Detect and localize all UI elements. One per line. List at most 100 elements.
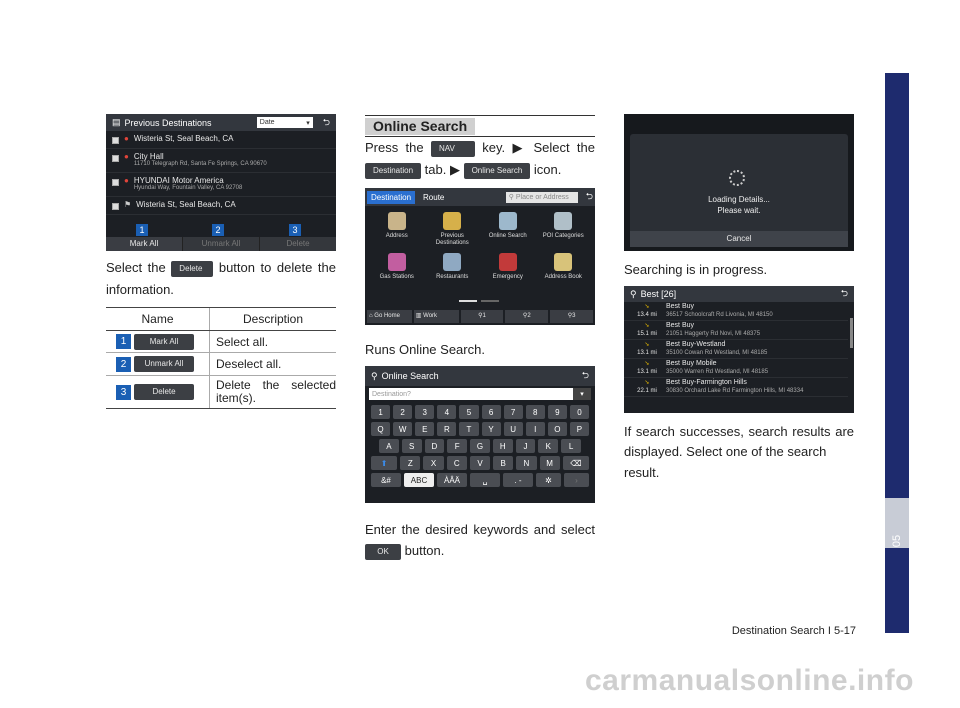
key-k[interactable]: K xyxy=(538,439,559,453)
menu-poi-categories[interactable]: POI Categories xyxy=(536,212,592,247)
result-row[interactable]: ➘ 22.1 mi Best Buy-Farmington Hills 30830 O… xyxy=(624,378,848,397)
key-2[interactable]: 2 xyxy=(393,405,413,419)
delete-label: Delete xyxy=(134,384,194,400)
punct-key[interactable]: . - xyxy=(503,473,533,487)
settings-key[interactable]: ✲ xyxy=(536,473,561,487)
key-3[interactable]: 3 xyxy=(415,405,435,419)
scrollbar[interactable] xyxy=(850,318,853,348)
key-l[interactable]: L xyxy=(561,439,581,453)
back-icon[interactable]: ⮌ xyxy=(323,115,330,131)
back-icon[interactable]: ⮌ xyxy=(841,286,848,302)
checkbox[interactable] xyxy=(112,203,119,210)
result-row[interactable]: ➘ 13.1 mi Best Buy-Westland 35100 Cowan Rd … xyxy=(624,340,848,359)
folder-icon: ▤ xyxy=(112,117,121,127)
favorite-2-button[interactable]: ⚲2 xyxy=(505,310,549,323)
book-icon xyxy=(554,253,573,271)
key-n[interactable]: N xyxy=(516,456,537,470)
key-u[interactable]: U xyxy=(503,422,523,436)
key-p[interactable]: P xyxy=(569,422,589,436)
menu-address[interactable]: Address xyxy=(369,212,425,247)
favorite-3-button[interactable]: ⚲3 xyxy=(550,310,593,323)
checkbox[interactable] xyxy=(112,137,119,144)
key-s[interactable]: S xyxy=(401,439,422,453)
key-b[interactable]: B xyxy=(493,456,514,470)
key-d[interactable]: D xyxy=(424,439,445,453)
menu-online-search[interactable]: Online Search xyxy=(480,212,536,247)
go-home-button[interactable]: ⌂ Go Home xyxy=(367,310,412,323)
menu-restaurants[interactable]: Restaurants xyxy=(425,253,481,281)
key-g[interactable]: G xyxy=(470,439,490,453)
cancel-button[interactable]: Cancel xyxy=(630,231,848,247)
destination-tab-inline: Destination xyxy=(365,162,422,179)
key-6[interactable]: 6 xyxy=(481,405,501,419)
result-row[interactable]: ➘ 13.1 mi Best Buy Mobile 35000 Warren Rd W… xyxy=(624,359,848,378)
pin-icon: ● xyxy=(124,176,129,185)
list-item[interactable]: ⚑ Wisteria St, Seal Beach, CA xyxy=(106,197,336,215)
key-v[interactable]: V xyxy=(469,456,491,470)
result-address: 21051 Haggerty Rd Novi, MI 48375 xyxy=(666,331,761,337)
key-8[interactable]: 8 xyxy=(525,405,545,419)
key-o[interactable]: O xyxy=(547,422,567,436)
delete-button[interactable]: Delete xyxy=(259,237,336,251)
key-t[interactable]: T xyxy=(459,422,479,436)
menu-emergency[interactable]: Emergency xyxy=(480,253,536,281)
key-w[interactable]: W xyxy=(393,422,413,436)
key-a[interactable]: A xyxy=(379,439,399,453)
key-q[interactable]: Q xyxy=(371,422,391,436)
key-1[interactable]: 1 xyxy=(371,405,391,419)
checkbox[interactable] xyxy=(112,155,119,162)
menu-gas-stations[interactable]: Gas Stations xyxy=(369,253,425,281)
mark-all-label: Mark All xyxy=(134,333,194,350)
favorite-1-button[interactable]: ⚲1 xyxy=(460,310,504,323)
result-row[interactable]: ➘ 15.1 mi Best Buy 21051 Haggerty Rd Novi, … xyxy=(624,321,848,340)
tab-destination[interactable]: Destination xyxy=(367,190,416,204)
list-item[interactable]: ● City Hall 11710 Telegraph Rd, Santa Fe S… xyxy=(106,149,336,173)
globe-search-icon xyxy=(498,212,517,230)
back-icon[interactable]: ⮌ xyxy=(586,189,593,205)
description-table: Name Description 1 Mark All Select all. 2… xyxy=(106,307,336,409)
key-y[interactable]: Y xyxy=(481,422,501,436)
key-m[interactable]: M xyxy=(539,456,560,470)
key-r[interactable]: R xyxy=(437,422,457,436)
ok-key[interactable]: › xyxy=(564,473,589,487)
abc-key[interactable]: ABC xyxy=(404,473,434,487)
destination-input[interactable]: Destination? ▾ xyxy=(369,388,591,400)
key-x[interactable]: X xyxy=(423,456,444,470)
backspace-key[interactable]: ⌫ xyxy=(562,456,589,470)
results-screen: ⚲ Best [26] ⮌ ➘ 13.4 mi Best Buy 36517 Scho… xyxy=(624,286,854,413)
key-e[interactable]: E xyxy=(415,422,435,436)
key-f[interactable]: F xyxy=(447,439,468,453)
shift-key[interactable]: ⬆ xyxy=(371,456,398,470)
result-address: 35100 Cowan Rd Westland, MI 48185 xyxy=(666,350,768,356)
home-icon: ⌂ xyxy=(369,313,373,319)
space-key[interactable]: ␣ xyxy=(470,473,500,487)
cutlery-icon xyxy=(443,253,462,271)
list-item[interactable]: ● HYUNDAI Motor America Hyundai Way, Fount… xyxy=(106,173,336,197)
key-h[interactable]: H xyxy=(492,439,513,453)
tab-route[interactable]: Route xyxy=(415,191,452,204)
mark-all-button[interactable]: Mark All xyxy=(106,237,182,251)
back-icon[interactable]: ⮌ xyxy=(582,368,589,384)
result-row[interactable]: ➘ 13.4 mi Best Buy 36517 Schoolcraft Rd Liv… xyxy=(624,302,848,321)
key-i[interactable]: I xyxy=(525,422,545,436)
key-7[interactable]: 7 xyxy=(503,405,523,419)
key-5[interactable]: 5 xyxy=(459,405,479,419)
nav-menu-screen: Destination Route ⚲ Place or Address ⮌ A… xyxy=(365,188,595,325)
key-j[interactable]: J xyxy=(515,439,536,453)
key-c[interactable]: C xyxy=(446,456,467,470)
key-0[interactable]: 0 xyxy=(569,405,589,419)
symbols-key[interactable]: &# xyxy=(371,473,401,487)
key-4[interactable]: 4 xyxy=(437,405,457,419)
unmark-all-button[interactable]: Unmark All xyxy=(182,237,259,251)
checkbox[interactable] xyxy=(112,179,119,186)
place-search-input[interactable]: ⚲ Place or Address xyxy=(505,191,578,203)
key-z[interactable]: Z xyxy=(400,456,421,470)
list-item[interactable]: ● Wisteria St, Seal Beach, CA xyxy=(106,131,336,149)
accents-key[interactable]: ÀÂÄ xyxy=(437,473,467,487)
sort-dropdown[interactable]: Date ▾ xyxy=(256,117,313,128)
work-button[interactable]: ▥ Work xyxy=(413,310,459,323)
table-row: 2 Unmark All Deselect all. xyxy=(106,353,336,376)
menu-previous-destinations[interactable]: Previous Destinations xyxy=(425,212,481,247)
key-9[interactable]: 9 xyxy=(547,405,567,419)
menu-address-book[interactable]: Address Book xyxy=(536,253,592,281)
